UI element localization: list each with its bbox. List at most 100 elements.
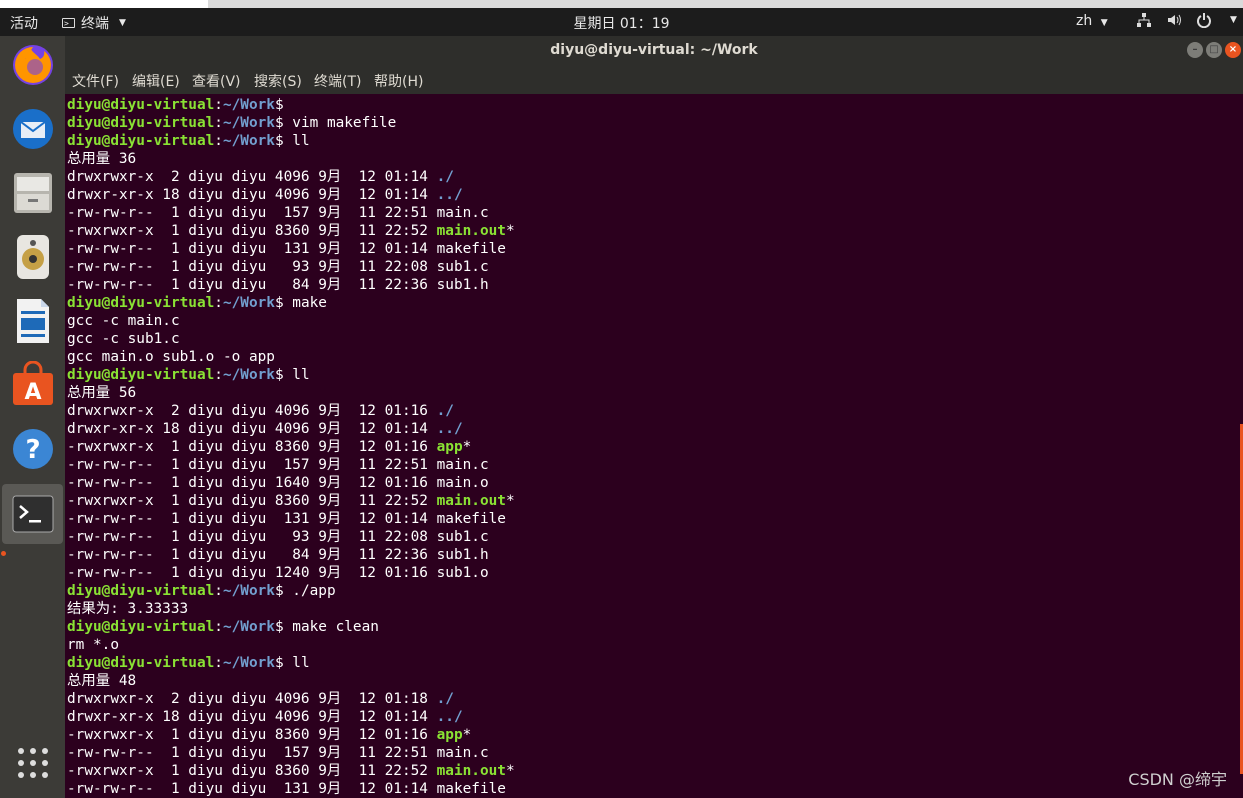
prompt-path: ~/Work xyxy=(222,367,275,383)
rhythmbox-icon[interactable] xyxy=(6,230,60,284)
terminal-line: 总用量 48 xyxy=(67,672,515,690)
svg-text:A: A xyxy=(24,380,41,405)
file-name: sub1.c xyxy=(436,259,489,275)
terminal-line: rm *.o xyxy=(67,636,515,654)
terminal-line: -rw-rw-r-- 1 diyu diyu 84 9月 11 22:36 su… xyxy=(67,546,515,564)
terminal-line: 总用量 56 xyxy=(67,384,515,402)
file-suffix: * xyxy=(505,763,515,779)
terminal-line: -rw-rw-r-- 1 diyu diyu 93 9月 11 22:08 su… xyxy=(67,528,515,546)
file-attrs: drwxr-xr-x 18 diyu diyu 4096 9月 12 01:14 xyxy=(67,187,437,203)
menu-help[interactable]: 帮助(H) xyxy=(374,71,423,91)
file-attrs: -rw-rw-r-- 1 diyu diyu 93 9月 11 22:08 xyxy=(67,529,437,545)
terminal-line: diyu@diyu-virtual:~/Work$ make clean xyxy=(67,619,379,635)
app-menu-label: 终端 xyxy=(81,16,109,32)
software-icon[interactable]: A xyxy=(6,358,60,412)
file-attrs: -rw-rw-r-- 1 diyu diyu 84 9月 11 22:36 xyxy=(67,277,437,293)
file-name: ./ xyxy=(436,691,454,707)
svg-text:?: ? xyxy=(25,435,40,465)
writer-icon[interactable] xyxy=(6,294,60,348)
file-attrs: drwxrwxr-x 2 diyu diyu 4096 9月 12 01:18 xyxy=(67,691,437,707)
menu-edit[interactable]: 编辑(E) xyxy=(132,71,180,91)
terminal-line: -rw-rw-r-- 1 diyu diyu 131 9月 12 01:14 m… xyxy=(67,780,515,798)
activities-button[interactable]: 活动 xyxy=(10,13,38,33)
minimize-button[interactable]: – xyxy=(1187,42,1203,58)
prompt-user: diyu@diyu-virtual xyxy=(67,583,215,599)
terminal-line: gcc main.o sub1.o -o app xyxy=(67,348,515,366)
output-text: 总用量 56 xyxy=(67,385,137,401)
terminal-line: -rw-rw-r-- 1 diyu diyu 157 9月 11 22:51 m… xyxy=(67,204,515,222)
menu-terminal[interactable]: 终端(T) xyxy=(314,71,361,91)
menu-view[interactable]: 查看(V) xyxy=(192,71,241,91)
terminal-line: diyu@diyu-virtual:~/Work$ ll xyxy=(67,655,310,671)
terminal-line: drwxrwxr-x 2 diyu diyu 4096 9月 12 01:16 … xyxy=(67,402,515,420)
terminal-line: -rw-rw-r-- 1 diyu diyu 93 9月 11 22:08 su… xyxy=(67,258,515,276)
file-name: main.out xyxy=(436,223,506,239)
prompt-user: diyu@diyu-virtual xyxy=(67,133,215,149)
file-attrs: -rw-rw-r-- 1 diyu diyu 157 9月 11 22:51 xyxy=(67,457,437,473)
chevron-down-icon: ▼ xyxy=(119,18,126,28)
app-menu[interactable]: >_ 终端 ▼ xyxy=(62,13,126,33)
power-icon xyxy=(1197,13,1211,28)
maximize-button[interactable]: □ xyxy=(1206,42,1222,58)
firefox-icon[interactable] xyxy=(6,38,60,92)
file-attrs: -rwxrwxr-x 1 diyu diyu 8360 9月 11 22:52 xyxy=(67,223,437,239)
show-apps-icon[interactable] xyxy=(6,736,60,790)
window-controls: – □ × xyxy=(1187,42,1241,58)
close-button[interactable]: × xyxy=(1225,42,1241,58)
file-attrs: -rw-rw-r-- 1 diyu diyu 1240 9月 12 01:16 xyxy=(67,565,437,581)
file-attrs: -rwxrwxr-x 1 diyu diyu 8360 9月 12 01:16 xyxy=(67,727,437,743)
terminal-line: diyu@diyu-virtual:~/Work$ ll xyxy=(67,133,310,149)
file-suffix: * xyxy=(462,727,472,743)
terminal-line: gcc -c main.c xyxy=(67,312,515,330)
file-attrs: -rw-rw-r-- 1 diyu diyu 131 9月 12 01:14 xyxy=(67,511,437,527)
menu-file[interactable]: 文件(F) xyxy=(72,71,119,91)
dock: A ? xyxy=(0,36,65,798)
top-panel: 活动 >_ 终端 ▼ 星期日 01：19 zh ▼ ▼ xyxy=(0,8,1243,36)
file-name: main.c xyxy=(436,205,489,221)
file-name: makefile xyxy=(436,781,506,797)
terminal-line: -rw-rw-r-- 1 diyu diyu 84 9月 11 22:36 su… xyxy=(67,276,515,294)
command-text: vim makefile xyxy=(283,115,397,131)
file-name: ../ xyxy=(436,421,463,437)
terminal-line: -rwxrwxr-x 1 diyu diyu 8360 9月 12 01:16 … xyxy=(67,438,515,456)
clock[interactable]: 星期日 01：19 xyxy=(573,16,669,32)
system-tray[interactable]: ▼ xyxy=(1136,12,1237,28)
terminal-line: -rw-rw-r-- 1 diyu diyu 1240 9月 12 01:16 … xyxy=(67,564,515,582)
terminal-icon[interactable] xyxy=(2,484,63,544)
file-attrs: -rw-rw-r-- 1 diyu diyu 131 9月 12 01:14 xyxy=(67,241,437,257)
file-attrs: drwxrwxr-x 2 diyu diyu 4096 9月 12 01:16 xyxy=(67,403,437,419)
terminal-line: diyu@diyu-virtual:~/Work$ vim makefile xyxy=(67,115,397,131)
file-attrs: -rw-rw-r-- 1 diyu diyu 84 9月 11 22:36 xyxy=(67,547,437,563)
command-text: ll xyxy=(283,367,310,383)
file-name: makefile xyxy=(436,511,506,527)
input-method-menu[interactable]: zh ▼ xyxy=(1076,13,1108,29)
file-name: sub1.o xyxy=(436,565,489,581)
file-name: sub1.h xyxy=(436,547,489,563)
file-attrs: drwxr-xr-x 18 diyu diyu 4096 9月 12 01:14 xyxy=(67,709,437,725)
file-name: ./ xyxy=(436,403,454,419)
terminal-line: diyu@diyu-virtual:~/Work$ make xyxy=(67,295,327,311)
command-text: make xyxy=(283,295,327,311)
file-name: app xyxy=(436,727,463,743)
file-attrs: -rw-rw-r-- 1 diyu diyu 157 9月 11 22:51 xyxy=(67,205,437,221)
menu-search[interactable]: 搜索(S) xyxy=(254,71,302,91)
output-text: gcc -c main.c xyxy=(67,313,180,329)
watermark: CSDN @缔宇 xyxy=(1128,770,1227,789)
terminal-line: drwxr-xr-x 18 diyu diyu 4096 9月 12 01:14… xyxy=(67,708,515,726)
thunderbird-icon[interactable] xyxy=(6,102,60,156)
command-text: ll xyxy=(283,655,310,671)
file-attrs: drwxrwxr-x 2 diyu diyu 4096 9月 12 01:14 xyxy=(67,169,437,185)
files-icon[interactable] xyxy=(6,166,60,220)
output-text: 总用量 36 xyxy=(67,151,137,167)
command-text: ll xyxy=(283,133,310,149)
file-attrs: -rw-rw-r-- 1 diyu diyu 93 9月 11 22:08 xyxy=(67,259,437,275)
file-suffix: * xyxy=(462,439,472,455)
network-icon xyxy=(1137,13,1151,27)
terminal-line: diyu@diyu-virtual:~/Work$ ./app xyxy=(67,583,336,599)
help-icon[interactable]: ? xyxy=(6,422,60,476)
file-name: sub1.c xyxy=(436,529,489,545)
prompt-path: ~/Work xyxy=(222,295,275,311)
output-text: gcc main.o sub1.o -o app xyxy=(67,349,275,365)
terminal-output[interactable]: diyu@diyu-virtual:~/Work$ diyu@diyu-virtu… xyxy=(65,94,1243,798)
file-attrs: -rwxrwxr-x 1 diyu diyu 8360 9月 12 01:16 xyxy=(67,439,437,455)
